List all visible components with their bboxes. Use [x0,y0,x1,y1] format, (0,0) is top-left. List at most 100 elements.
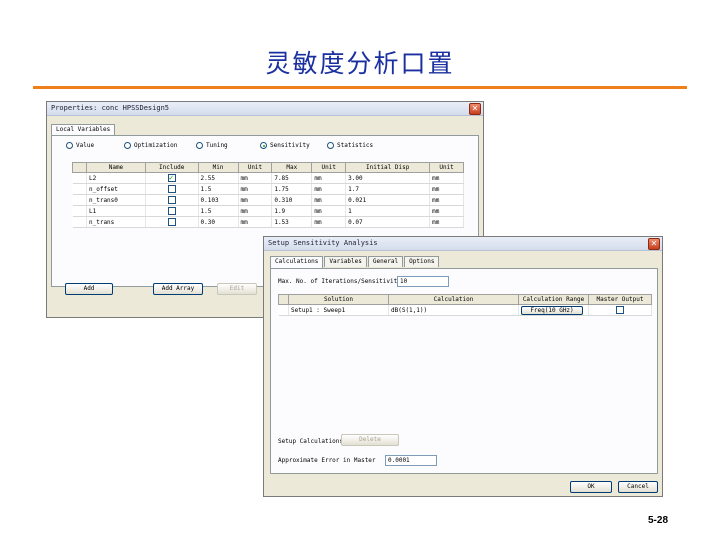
column-header[interactable]: Calculation [388,294,519,305]
tab-variables[interactable]: Variables [324,256,367,267]
variable-name: n_trans0 [86,194,146,206]
unit-value[interactable]: mm [311,216,347,228]
setup-window-title: Setup Sensitivity Analysis [268,239,378,247]
radio-dot [327,142,334,149]
row-header [72,216,87,228]
initial-disp-value[interactable]: 0.021 [345,194,431,206]
column-header[interactable]: Min [197,162,239,173]
unit-value[interactable]: mm [238,183,273,195]
row-header-corner [72,162,87,173]
variable-name: n_offset [86,183,146,195]
max-value[interactable]: 1.75 [271,183,313,195]
column-header[interactable]: Include [144,162,199,173]
initial-disp-value[interactable]: 1 [345,205,431,217]
include-checkbox[interactable] [167,185,176,193]
include-checkbox[interactable] [167,218,176,226]
unit-value[interactable]: mm [429,172,464,184]
delete-button[interactable]: Delete [341,434,399,446]
include-checkbox[interactable] [167,196,176,204]
min-value[interactable]: 1.5 [198,183,239,195]
column-header[interactable]: Master Output [588,294,652,305]
initial-disp-value[interactable]: 3.00 [345,172,431,184]
master-output-cell [588,304,652,316]
column-header[interactable]: Unit [237,162,273,173]
close-icon[interactable]: ✕ [648,238,660,250]
include-checkbox[interactable] [167,173,176,182]
radio-value[interactable]: Value [66,142,94,149]
cancel-button[interactable]: Cancel [618,481,658,493]
column-header[interactable]: Unit [311,162,347,173]
column-header[interactable]: Unit [429,162,464,173]
setup-calculations-label[interactable]: Setup Calculations [278,438,343,445]
unit-value[interactable]: mm [238,216,273,228]
calculation-cell[interactable]: dB(S(1,1)) [388,304,519,316]
include-cell [145,172,199,184]
initial-disp-value[interactable]: 1.7 [345,183,431,195]
table-row[interactable]: L1 1.5 mm 1.9 mm 1 mm [72,205,464,217]
table-row[interactable]: L2 2.55 mm 7.85 mm 3.00 mm [72,172,464,184]
min-value[interactable]: 0.103 [198,194,239,206]
table-row[interactable]: Setup1 : Sweep1 dB(S(1,1)) Freq(10 GHz) [278,304,652,316]
column-header[interactable]: Solution [288,294,389,305]
unit-value[interactable]: mm [311,183,347,195]
radio-dot [124,142,131,149]
min-value[interactable]: 2.55 [198,172,239,184]
include-checkbox[interactable] [167,207,176,215]
table-row[interactable]: n_trans0 0.103 mm 0.310 mm 0.021 mm [72,194,464,206]
page-number: 5-28 [647,515,668,526]
unit-value[interactable]: mm [429,216,464,228]
radio-tuning[interactable]: Tuning [196,142,228,149]
column-header[interactable]: Initial Disp [345,162,431,173]
unit-value[interactable]: mm [238,172,273,184]
column-header[interactable]: Name [86,162,146,173]
unit-value[interactable]: mm [429,205,464,217]
tab-general[interactable]: General [367,256,404,267]
unit-value[interactable]: mm [238,194,273,206]
add-button[interactable]: Add [65,283,113,295]
column-header[interactable]: Calculation Range [518,294,589,305]
edit-button-visible[interactable]: Edit [217,283,257,295]
row-header [72,172,87,184]
max-value[interactable]: 1.9 [271,205,313,217]
radio-optimization[interactable]: Optimization [124,142,177,149]
unit-value[interactable]: mm [429,194,464,206]
unit-value[interactable]: mm [238,205,273,217]
max-value[interactable]: 0.310 [271,194,313,206]
tab-calculations[interactable]: Calculations [270,256,324,268]
radio-statistics[interactable]: Statistics [327,142,373,149]
variable-name: L1 [86,205,146,217]
approx-error-input[interactable]: 0.0001 [385,455,437,466]
include-cell [145,194,199,206]
add-array-button[interactable]: Add Array [153,283,203,295]
table-row[interactable]: n_trans 0.30 mm 1.53 mm 0.07 mm [72,216,464,228]
setup-titlebar[interactable]: Setup Sensitivity Analysis ✕ [264,237,662,251]
include-cell [145,216,199,228]
column-header[interactable]: Max [271,162,313,173]
radio-sensitivity[interactable]: Sensitivity [260,142,310,149]
unit-value[interactable]: mm [311,194,347,206]
calculation-range-button[interactable]: Freq(10 GHz) [521,305,583,315]
iterations-input[interactable]: 10 [397,276,449,287]
variable-name: L2 [86,172,146,184]
max-value[interactable]: 1.53 [271,216,313,228]
approx-error-label: Approximate Error in Master [278,457,376,464]
solution-cell[interactable]: Setup1 : Sweep1 [288,304,389,316]
calculation-range-cell[interactable]: Freq(10 GHz) [518,304,589,316]
master-output-checkbox[interactable] [616,306,624,314]
ok-button[interactable]: OK [570,481,612,493]
tab-options[interactable]: Options [404,256,440,267]
close-icon[interactable]: ✕ [469,103,481,115]
radio-dot [196,142,203,149]
unit-value[interactable]: mm [311,172,347,184]
max-value[interactable]: 7.85 [271,172,313,184]
min-value[interactable]: 0.30 [198,216,239,228]
initial-disp-value[interactable]: 0.07 [345,216,431,228]
properties-window-title: Properties: conc HPSSDesign5 [51,104,170,112]
properties-titlebar[interactable]: Properties: conc HPSSDesign5 ✕ [47,102,483,116]
table-row[interactable]: n_offset 1.5 mm 1.75 mm 1.7 mm [72,183,464,195]
row-header [72,205,87,217]
calculations-panel: Max. No. of Iterations/Sensitivity 10 So… [270,268,658,474]
unit-value[interactable]: mm [311,205,347,217]
min-value[interactable]: 1.5 [198,205,239,217]
unit-value[interactable]: mm [429,183,464,195]
